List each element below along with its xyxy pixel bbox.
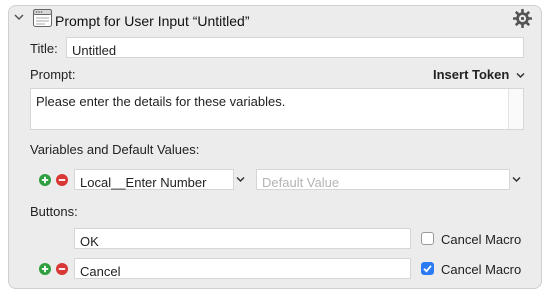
insert-token-menu[interactable]: Insert Token xyxy=(433,67,525,82)
default-value-field[interactable]: Default Value xyxy=(256,169,510,190)
add-variable-button[interactable] xyxy=(39,174,51,186)
plus-icon xyxy=(41,176,49,184)
button-cancel-value: Cancel xyxy=(80,264,121,279)
cancel-macro-label-ok: Cancel Macro xyxy=(441,232,522,247)
chevron-down-icon xyxy=(516,72,525,79)
variable-name-chevron-down-icon[interactable] xyxy=(236,176,245,183)
remove-button-button[interactable] xyxy=(56,263,68,275)
title-value: Untitled xyxy=(72,43,117,58)
button-ok-field[interactable]: OK xyxy=(74,228,411,249)
default-value-chevron-down-icon[interactable] xyxy=(512,176,521,183)
variables-label: Variables and Default Values: xyxy=(30,142,200,157)
action-title: Prompt for User Input “Untitled” xyxy=(55,13,250,29)
default-value-placeholder: Default Value xyxy=(262,175,340,190)
prompt-label: Prompt: xyxy=(30,67,76,82)
window-icon xyxy=(33,9,52,27)
buttons-label: Buttons: xyxy=(30,204,78,219)
prompt-textarea[interactable]: Please enter the details for these varia… xyxy=(30,88,524,130)
gear-icon[interactable] xyxy=(512,8,533,29)
variable-name-field[interactable]: Local__Enter Number xyxy=(74,169,234,190)
minus-icon xyxy=(58,179,66,181)
cancel-macro-label-cancel: Cancel Macro xyxy=(441,262,522,277)
add-button-button[interactable] xyxy=(39,263,51,275)
title-field[interactable]: Untitled xyxy=(66,37,524,58)
variable-name-value: Local__Enter Number xyxy=(80,175,207,190)
cancel-macro-checkbox-ok[interactable] xyxy=(421,232,434,245)
minus-icon xyxy=(58,268,66,270)
prompt-value: Please enter the details for these varia… xyxy=(36,94,286,109)
title-label: Title: xyxy=(30,41,58,56)
chevron-down-icon[interactable] xyxy=(14,12,24,22)
plus-icon xyxy=(41,265,49,273)
remove-variable-button[interactable] xyxy=(56,174,68,186)
button-cancel-field[interactable]: Cancel xyxy=(74,258,411,279)
insert-token-label: Insert Token xyxy=(433,67,510,82)
button-ok-value: OK xyxy=(80,234,99,249)
checkmark-icon xyxy=(423,265,432,273)
prompt-scrollbar[interactable] xyxy=(508,89,523,129)
cancel-macro-checkbox-cancel[interactable] xyxy=(421,262,434,275)
